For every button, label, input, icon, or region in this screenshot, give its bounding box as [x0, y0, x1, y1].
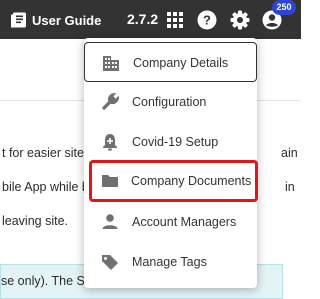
background-text-line: leaving site. [2, 214, 69, 228]
svg-text:?: ? [203, 13, 211, 28]
menu-item-configuration[interactable]: Configuration [84, 82, 257, 122]
person-icon [100, 212, 120, 232]
menu-item-account-managers[interactable]: Account Managers [84, 202, 257, 242]
alarm-bell-icon [100, 132, 120, 152]
menu-item-company-documents[interactable]: Company Documents [89, 160, 258, 202]
company-building-icon [101, 53, 121, 73]
wrench-icon [100, 92, 120, 112]
menu-item-label: Manage Tags [132, 255, 207, 269]
menu-item-label: Company Documents [131, 174, 252, 188]
user-guide-label: User Guide [32, 12, 102, 28]
version-label: 2.7.2 [127, 11, 159, 27]
settings-gear-icon[interactable] [229, 9, 251, 31]
user-guide-link[interactable]: User Guide [10, 10, 101, 30]
menu-item-label: Company Details [133, 56, 229, 70]
settings-dropdown-menu: Company Details Configuration Covid-19 S… [84, 38, 258, 288]
grid-apps-icon[interactable] [164, 9, 186, 31]
menu-item-label: Configuration [132, 95, 207, 109]
folder-icon [100, 171, 120, 191]
notification-badge: 250 [272, 0, 296, 15]
menu-item-covid-setup[interactable]: Covid-19 Setup [84, 122, 257, 162]
help-icon[interactable]: ? [196, 9, 218, 31]
background-text-line: in [285, 180, 295, 194]
menu-item-manage-tags[interactable]: Manage Tags [84, 242, 257, 282]
background-text-line: ain [281, 146, 298, 160]
tag-icon [100, 252, 120, 272]
menu-item-label: Covid-19 Setup [132, 135, 219, 149]
menu-item-company-details[interactable]: Company Details [84, 42, 257, 82]
top-app-bar: User Guide 2.7.2 ? 250 [0, 0, 301, 39]
background-text-line: t for easier site n [2, 146, 95, 160]
book-icon [10, 11, 28, 29]
menu-item-label: Account Managers [132, 215, 237, 229]
background-text-line: bile App while b [2, 180, 89, 194]
